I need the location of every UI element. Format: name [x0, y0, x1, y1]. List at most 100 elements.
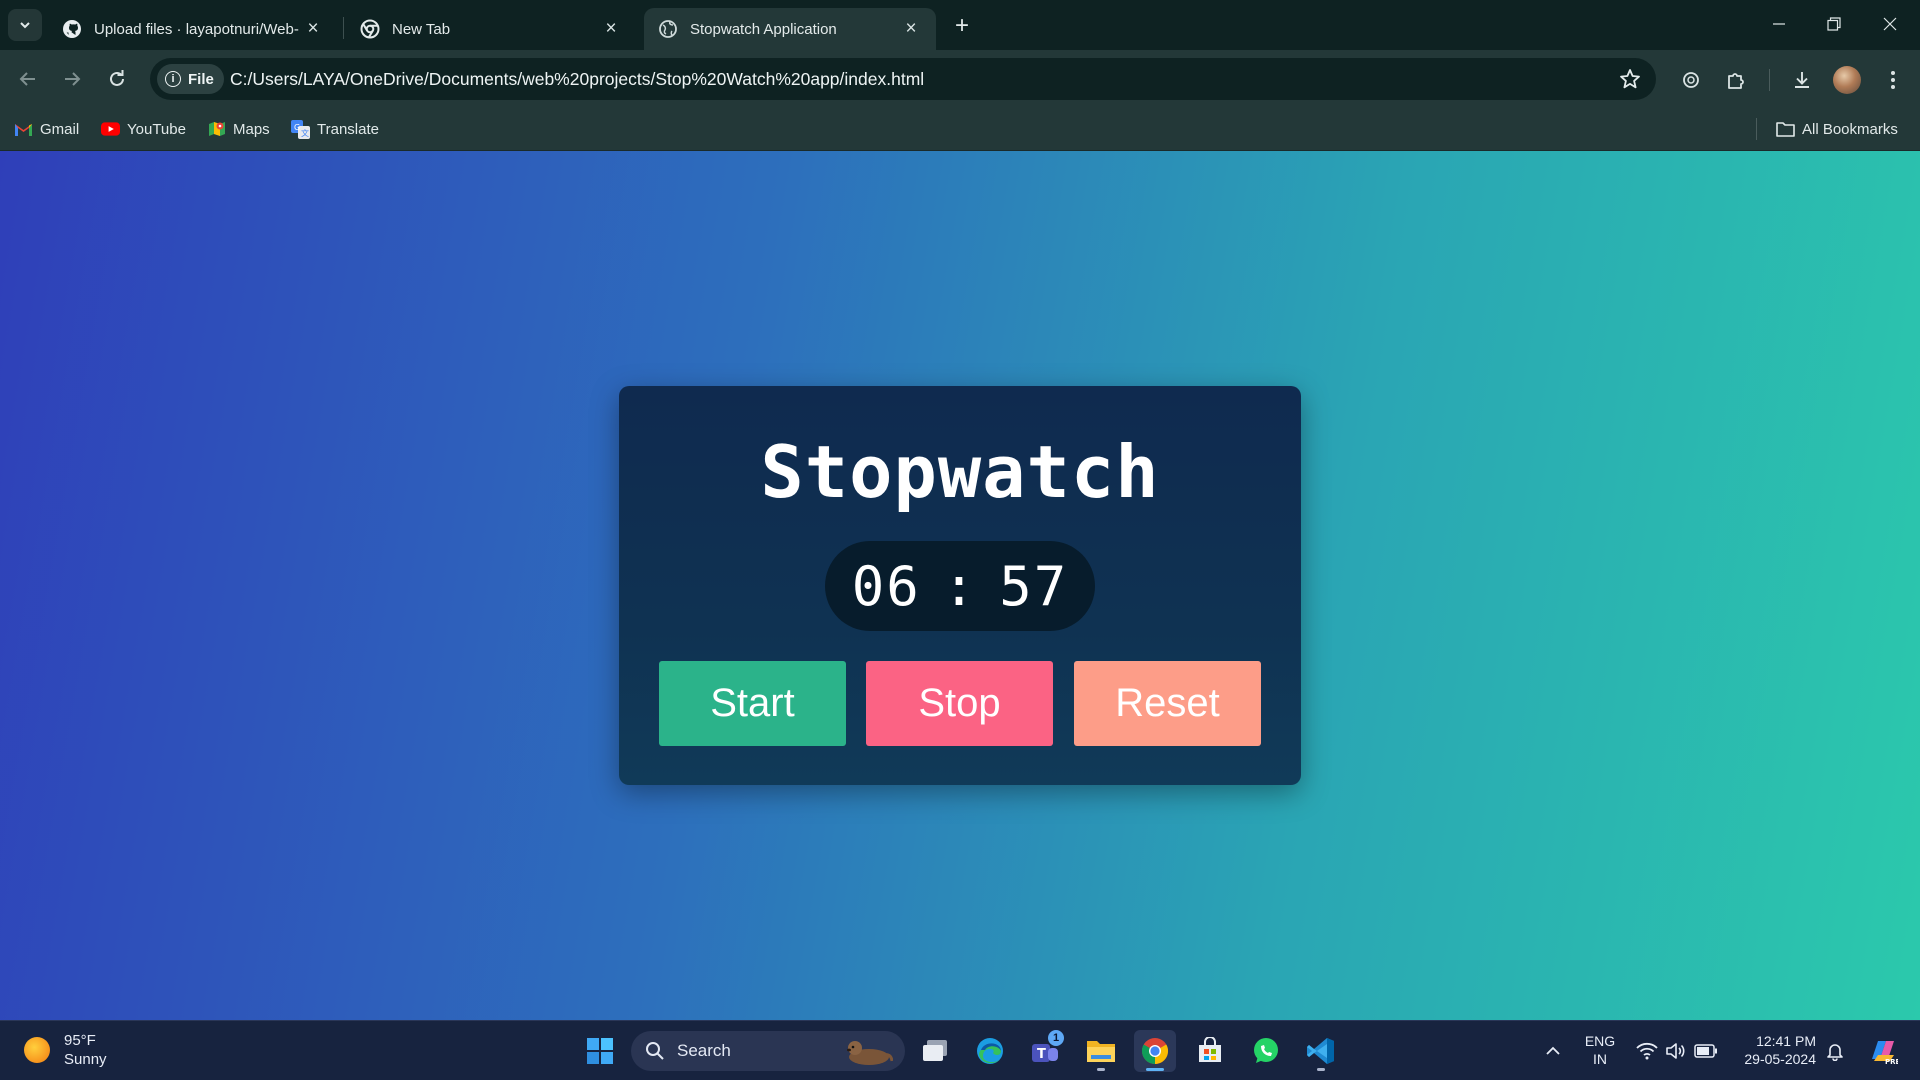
download-icon[interactable] — [1787, 65, 1817, 95]
folder-icon — [1776, 120, 1795, 139]
stopwatch-title: Stopwatch — [760, 430, 1160, 514]
tab-search-dropdown[interactable] — [8, 9, 42, 41]
arrow-left-icon — [19, 72, 35, 86]
taskbar-search[interactable]: Search — [631, 1031, 905, 1071]
stopwatch-card: Stopwatch 06 : 57 Start Stop Reset — [619, 386, 1301, 785]
svg-text:PRE: PRE — [1885, 1058, 1898, 1065]
edge-app[interactable] — [969, 1030, 1011, 1072]
task-view-icon — [923, 1040, 947, 1061]
teams-app[interactable]: T 1 — [1024, 1030, 1066, 1072]
reload-icon — [110, 70, 124, 86]
vscode-icon — [1307, 1038, 1334, 1064]
url-text[interactable]: C:/Users/LAYA/OneDrive/Documents/web%20p… — [230, 58, 924, 100]
bookmark-youtube[interactable]: YouTube — [101, 117, 186, 141]
search-icon — [646, 1042, 664, 1060]
clock[interactable]: 12:41 PM 29-05-2024 — [1730, 1032, 1816, 1068]
weather-widget[interactable]: 95°F Sunny — [24, 1031, 107, 1069]
start-button[interactable]: Start — [659, 661, 846, 746]
sync-icon[interactable] — [1676, 65, 1706, 95]
chrome-icon — [1141, 1038, 1169, 1065]
sun-icon — [24, 1037, 50, 1063]
bookmark-gmail[interactable]: Gmail — [14, 117, 79, 141]
reset-button[interactable]: Reset — [1074, 661, 1261, 746]
whatsapp-icon — [1254, 1038, 1278, 1063]
start-menu-button[interactable] — [579, 1030, 621, 1072]
stop-button[interactable]: Stop — [866, 661, 1053, 746]
file-explorer-app[interactable] — [1080, 1030, 1122, 1072]
bookmark-translate[interactable]: G文 Translate — [291, 117, 379, 141]
restore-icon — [1827, 17, 1841, 31]
gmail-icon — [14, 120, 33, 139]
timer-separator: : — [942, 554, 978, 618]
extensions-icon[interactable] — [1721, 65, 1751, 95]
timer-minutes: 06 — [851, 554, 921, 618]
show-hidden-icons-button[interactable] — [1541, 1039, 1565, 1063]
toolbar-divider — [1769, 69, 1770, 91]
vscode-app[interactable] — [1300, 1030, 1342, 1072]
reload-button[interactable] — [97, 59, 137, 99]
timer-seconds: 57 — [999, 554, 1069, 618]
language-indicator[interactable]: ENG IN — [1579, 1032, 1621, 1068]
microsoft-store-app[interactable] — [1189, 1030, 1231, 1072]
browser-toolbar: i File C:/Users/LAYA/OneDrive/Documents/… — [0, 50, 1920, 108]
close-icon[interactable]: × — [302, 18, 324, 40]
bookmark-maps[interactable]: Maps — [207, 117, 270, 141]
timer-display: 06 : 57 — [825, 541, 1095, 631]
tab-title: New Tab — [392, 20, 451, 38]
tab-title: Stopwatch Application — [690, 20, 837, 38]
back-button[interactable] — [8, 59, 48, 99]
forward-button[interactable] — [52, 59, 92, 99]
tab-separator — [343, 17, 344, 39]
new-tab-button[interactable]: + — [948, 12, 976, 40]
translate-icon: G文 — [291, 119, 310, 139]
whatsapp-app[interactable] — [1245, 1030, 1287, 1072]
battery-icon[interactable] — [1694, 1039, 1718, 1063]
svg-text:文: 文 — [301, 128, 309, 138]
tab-upload-files[interactable]: Upload files · layapotnuri/Web- × — [48, 8, 338, 50]
close-icon — [1883, 17, 1897, 31]
copilot-icon[interactable]: PRE — [1867, 1035, 1899, 1067]
chevron-up-icon — [1546, 1046, 1560, 1055]
notification-badge: 1 — [1048, 1030, 1064, 1046]
bookmark-label: Translate — [317, 120, 379, 138]
tab-stopwatch-application[interactable]: Stopwatch Application × — [644, 8, 936, 50]
more-menu-icon[interactable] — [1878, 65, 1908, 95]
maps-icon — [207, 120, 226, 139]
site-info-label: File — [188, 70, 214, 88]
close-icon[interactable]: × — [900, 18, 922, 40]
minimize-icon — [1773, 23, 1785, 25]
github-icon — [62, 19, 82, 39]
site-info-chip[interactable]: i File — [157, 64, 224, 94]
close-icon[interactable]: × — [600, 18, 622, 40]
region-code: IN — [1593, 1051, 1607, 1067]
address-bar[interactable]: i File C:/Users/LAYA/OneDrive/Documents/… — [150, 58, 1656, 100]
browser-tab-strip: Upload files · layapotnuri/Web- × New Ta… — [0, 0, 1920, 50]
bookmark-label: Maps — [233, 120, 270, 138]
restore-button[interactable] — [1806, 0, 1862, 48]
tab-new-tab[interactable]: New Tab × — [346, 8, 636, 50]
profile-avatar[interactable] — [1833, 66, 1861, 94]
close-window-button[interactable] — [1862, 0, 1918, 48]
windows-logo-icon — [587, 1038, 613, 1064]
search-label: Search — [677, 1041, 731, 1060]
volume-icon[interactable] — [1664, 1039, 1688, 1063]
youtube-icon — [101, 120, 120, 139]
chrome-app[interactable] — [1134, 1030, 1176, 1072]
bookmark-label: Gmail — [40, 120, 80, 138]
store-icon — [1199, 1037, 1221, 1062]
bookmark-star-icon[interactable] — [1618, 67, 1642, 91]
svg-text:T: T — [1037, 1047, 1046, 1062]
clock-time: 12:41 PM — [1756, 1033, 1816, 1049]
minimize-button[interactable] — [1751, 0, 1807, 48]
all-bookmarks-button[interactable]: All Bookmarks — [1776, 117, 1898, 141]
notifications-icon[interactable] — [1823, 1039, 1847, 1063]
bookmark-label: YouTube — [127, 120, 186, 138]
wifi-icon[interactable] — [1635, 1039, 1659, 1063]
info-icon: i — [165, 71, 181, 87]
svg-text:G: G — [294, 123, 300, 132]
edge-icon — [977, 1038, 1003, 1064]
folder-icon — [1087, 1041, 1115, 1062]
bookmarks-bar: Gmail YouTube Maps G文 Translate All Book… — [0, 108, 1920, 151]
task-view-button[interactable] — [914, 1030, 956, 1072]
weather-description: Sunny — [64, 1051, 107, 1068]
